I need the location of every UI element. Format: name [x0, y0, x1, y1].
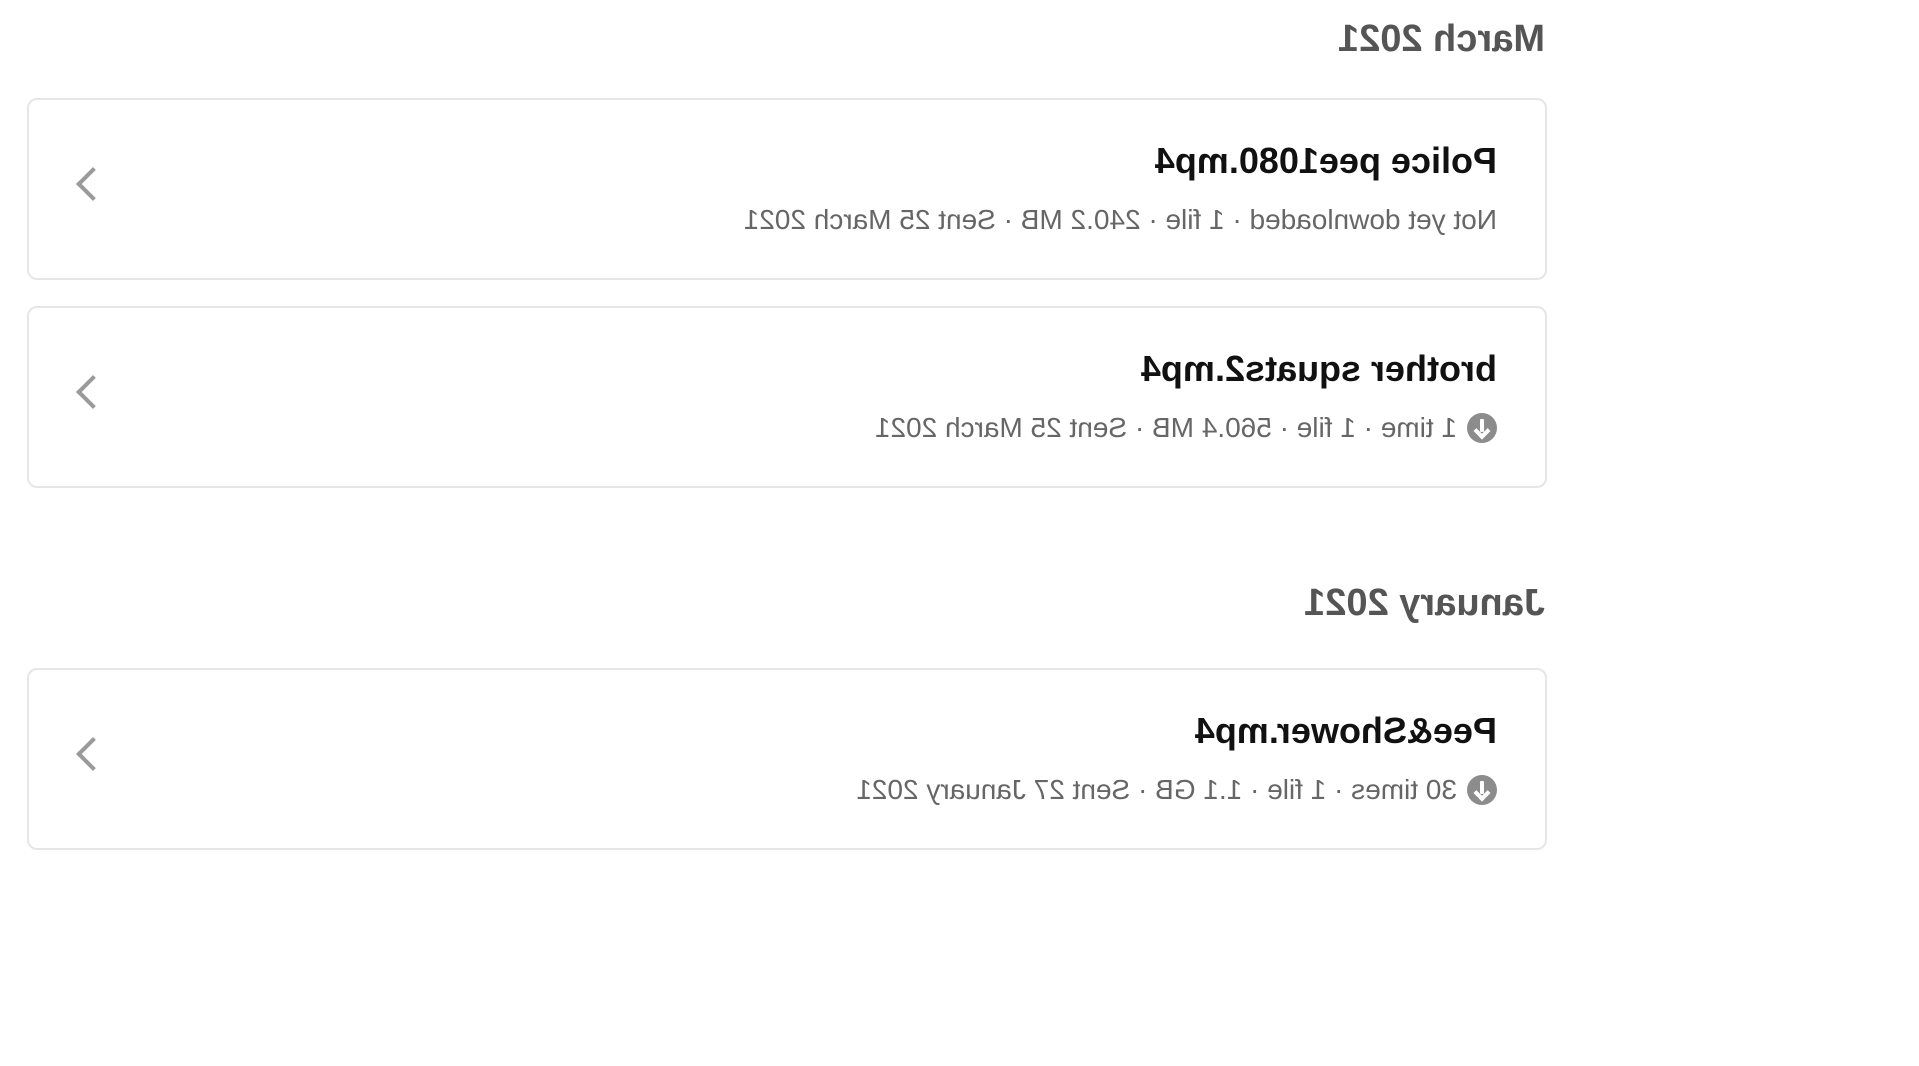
section-heading-march-2021: March 2021: [1337, 18, 1545, 60]
download-circle-icon: [1467, 413, 1497, 443]
transfer-card-brother-squats[interactable]: brother squats2.mp4 1 time · 1 file · 56…: [27, 306, 1547, 488]
transfers-screen: March 2021 Police pee1080.mp4 Not yet do…: [0, 0, 1919, 1066]
transfer-title: Pee&Shower.mp4: [1194, 710, 1497, 751]
transfer-list: March 2021 Police pee1080.mp4 Not yet do…: [27, 0, 1547, 850]
chevron-right-icon: [76, 167, 110, 201]
download-circle-icon: [1467, 775, 1497, 805]
transfer-meta-text: 30 times · 1 file · 1.1 GB · Sent 27 Jan…: [856, 774, 1457, 805]
transfer-title: brother squats2.mp4: [1140, 348, 1497, 389]
section-heading-january-2021: January 2021: [1304, 582, 1545, 624]
transfer-card-police-pee[interactable]: Police pee1080.mp4 Not yet downloaded · …: [27, 98, 1547, 280]
transfer-meta: 1 time · 1 file · 560.4 MB · Sent 25 Mar…: [875, 412, 1497, 444]
transfer-meta-text: 1 time · 1 file · 560.4 MB · Sent 25 Mar…: [874, 412, 1457, 443]
transfer-card-pee-shower[interactable]: Pee&Shower.mp4 30 times · 1 file · 1.1 G…: [27, 668, 1547, 850]
chevron-right-icon: [76, 737, 110, 771]
transfer-meta: Not yet downloaded · 1 file · 240.2 MB ·…: [744, 204, 1497, 236]
transfer-meta: 30 times · 1 file · 1.1 GB · Sent 27 Jan…: [856, 774, 1497, 806]
mirrored-layout: March 2021 Police pee1080.mp4 Not yet do…: [0, 0, 1919, 1066]
transfer-title: Police pee1080.mp4: [1154, 140, 1497, 181]
transfer-meta-text: Not yet downloaded · 1 file · 240.2 MB ·…: [743, 204, 1497, 235]
chevron-right-icon: [76, 375, 110, 409]
